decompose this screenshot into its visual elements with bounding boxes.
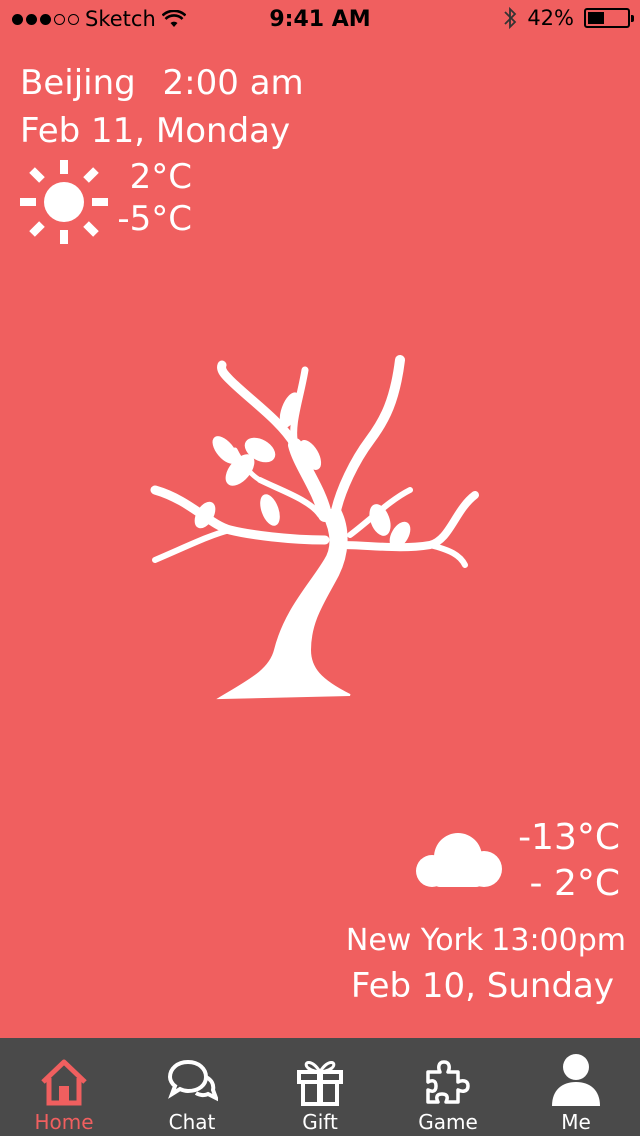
tab-chat-label: Chat	[168, 1110, 216, 1134]
tab-me[interactable]: Me	[512, 1038, 640, 1136]
sun-icon	[20, 160, 108, 244]
chat-icon	[167, 1059, 218, 1102]
new-york-time: 13:00pm	[491, 923, 626, 958]
beijing-temps: 2°C -5°C	[108, 156, 192, 240]
tab-home[interactable]: Home	[0, 1038, 128, 1136]
new-york-date: Feb 10, Sunday	[350, 966, 614, 1006]
tab-game[interactable]: Game	[384, 1038, 512, 1136]
puzzle-icon	[426, 1060, 470, 1104]
new-york-forecast: -13°C - 2°C	[326, 815, 626, 915]
beijing-high-temp: 2°C	[129, 157, 192, 197]
battery-percent: 42%	[527, 6, 574, 30]
gift-icon	[297, 1061, 343, 1106]
tab-chat[interactable]: Chat	[128, 1038, 256, 1136]
status-bar: Sketch 9:41 AM 42%	[0, 0, 640, 40]
user-icon	[552, 1054, 600, 1106]
beijing-date: Feb 11, Monday	[20, 111, 291, 151]
new-york-city: New York	[345, 923, 484, 958]
home-icon	[41, 1059, 87, 1106]
tab-me-label: Me	[561, 1110, 591, 1134]
new-york-weather: -13°C - 2°C New York 13:00pm Feb 10, Sund…	[326, 815, 626, 1009]
beijing-time: 2:00 am	[162, 63, 304, 103]
tree-illustration	[150, 355, 479, 700]
beijing-low-temp: -5°C	[117, 199, 192, 239]
tab-home-label: Home	[34, 1110, 94, 1134]
new-york-high-temp: -13°C	[518, 817, 620, 858]
new-york-temps: -13°C - 2°C	[518, 815, 620, 907]
tab-gift[interactable]: Gift	[256, 1038, 384, 1136]
cloud-icon	[416, 833, 502, 887]
beijing-weather: Beijing 2:00 am Feb 11, Monday 2°C -5°C	[20, 60, 320, 246]
battery-icon	[584, 8, 634, 28]
new-york-header: New York 13:00pm	[326, 919, 626, 963]
beijing-header: Beijing 2:00 am	[20, 60, 320, 106]
tab-game-label: Game	[418, 1110, 478, 1134]
beijing-city: Beijing	[20, 63, 136, 103]
tab-bar: Home Chat Gift Game Me	[0, 1038, 640, 1136]
new-york-low-temp: - 2°C	[529, 863, 620, 904]
tab-gift-label: Gift	[302, 1110, 338, 1134]
bluetooth-icon	[504, 6, 517, 30]
beijing-forecast: 2°C -5°C	[20, 156, 320, 246]
status-right: 42%	[503, 6, 634, 30]
